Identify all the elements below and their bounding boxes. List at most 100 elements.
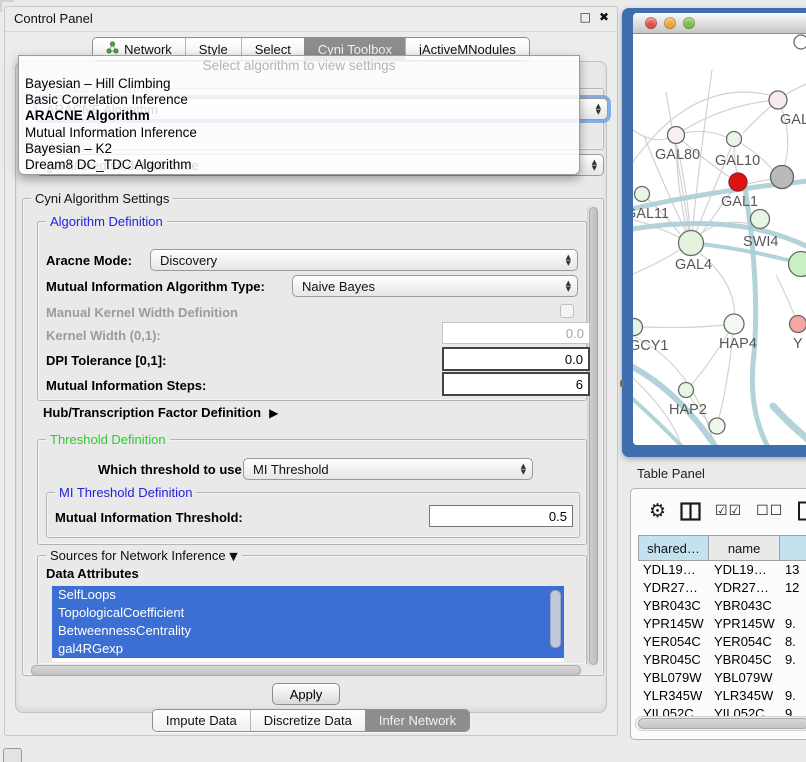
dpi-tolerance-field[interactable] <box>442 347 590 371</box>
hub-definition-expander[interactable]: Hub/Transcription Factor Definition▶ <box>43 405 278 420</box>
mi-algorithm-type-combo[interactable]: Naive Bayes ▲▼ <box>292 275 578 297</box>
settings-vertical-scrollbar[interactable] <box>587 205 599 667</box>
network-node-gal11[interactable] <box>635 187 650 202</box>
mi-steps-field[interactable] <box>442 372 590 396</box>
network-node-gal10[interactable] <box>727 132 742 147</box>
chevron-updown-icon: ▲▼ <box>566 254 571 266</box>
which-threshold-combo[interactable]: MI Threshold ▲▼ <box>243 458 533 480</box>
bottom-tab-infer-network[interactable]: Infer Network <box>365 710 469 731</box>
aracne-mode-value: Discovery <box>160 253 566 268</box>
network-window-titlebar[interactable] <box>633 13 806 34</box>
mi-threshold-definition-group: MI Threshold Definition Mutual Informati… <box>46 492 580 538</box>
network-view-window: GALGAL80GAL10GAL1GAL11SWI4GAL4GCY1HAP4YH… <box>622 8 806 457</box>
cell-value <box>780 597 806 615</box>
network-node[interactable] <box>709 418 725 434</box>
traffic-light-buttons <box>645 17 695 29</box>
window-close-button[interactable] <box>645 17 657 29</box>
node-label: GCY1 <box>633 338 669 354</box>
attribute-item-topologicalcoefficient[interactable]: TopologicalCoefficient <box>52 604 564 622</box>
node-label: SWI4 <box>743 234 778 250</box>
mi-threshold-field[interactable] <box>429 505 573 527</box>
window-minimize-button[interactable] <box>664 17 676 29</box>
table-row[interactable]: YDR27…YDR27…12 <box>638 579 806 597</box>
close-icon[interactable]: ✖ <box>599 10 609 24</box>
network-canvas[interactable]: GALGAL80GAL10GAL1GAL11SWI4GAL4GCY1HAP4YH… <box>633 34 806 445</box>
network-node[interactable] <box>789 252 806 277</box>
table-row[interactable]: YBL079WYBL079W <box>638 669 806 687</box>
network-node-gal4[interactable] <box>679 231 704 256</box>
apply-button[interactable]: Apply <box>272 683 340 705</box>
table-row[interactable]: YLR345WYLR345W9. <box>638 687 806 705</box>
network-edge <box>778 100 788 167</box>
attributes-list-scrollbar[interactable] <box>550 590 561 648</box>
settings-horizontal-scrollbar[interactable] <box>31 665 581 676</box>
attribute-item-selfloops[interactable]: SelfLoops <box>52 586 564 604</box>
algorithm-option-bayesian-k2[interactable]: Bayesian – K2 <box>19 141 579 157</box>
column-header-1[interactable]: shared… <box>638 535 709 561</box>
cell-shared-name: YBR043C <box>638 597 709 615</box>
attribute-item-betweennesscentrality[interactable]: BetweennessCentrality <box>52 622 564 640</box>
network-node-gal80[interactable] <box>668 127 685 144</box>
bottom-tab-bar: Impute DataDiscretize DataInfer Network <box>5 709 617 732</box>
chevron-updown-icon: ▲▼ <box>596 103 601 115</box>
mi-threshold-label: Mutual Information Threshold: <box>55 510 243 525</box>
float-window-icon[interactable]: □ <box>580 10 591 24</box>
split-columns-icon[interactable] <box>680 502 701 521</box>
gear-icon[interactable]: ⚙ <box>649 502 666 521</box>
cell-value: 9. <box>780 687 806 705</box>
network-node-hap4[interactable] <box>724 314 744 334</box>
network-node-gal[interactable] <box>769 91 787 109</box>
table-row[interactable]: YPR145WYPR145W9. <box>638 615 806 633</box>
cell-value: 9. <box>780 651 806 669</box>
cell-shared-name: YDR27… <box>638 579 709 597</box>
algorithm-option-mutual-information-inference[interactable]: Mutual Information Inference <box>19 125 579 141</box>
table-row[interactable]: YBR043CYBR043C <box>638 597 806 615</box>
aracne-mode-combo[interactable]: Discovery ▲▼ <box>150 249 578 271</box>
network-node-gcy1[interactable] <box>633 319 643 336</box>
cell-shared-name: YER054C <box>638 633 709 651</box>
mi-algorithm-type-value: Naive Bayes <box>302 279 566 294</box>
table-row[interactable]: YDL19…YDL19…13 <box>638 561 806 579</box>
panel-splitter-handle[interactable] <box>620 380 624 387</box>
bottom-tab-impute-data[interactable]: Impute Data <box>153 710 250 731</box>
mi-steps-label: Mutual Information Steps: <box>46 378 206 393</box>
bottom-tab-discretize-data[interactable]: Discretize Data <box>250 710 365 731</box>
collapsed-panel-button[interactable] <box>3 748 22 762</box>
table-row[interactable]: YBR045CYBR045C9. <box>638 651 806 669</box>
sources-title: Sources for Network Inference ▼ <box>46 548 242 563</box>
expand-down-icon[interactable]: ▼ <box>229 550 237 563</box>
manual-kernel-width-checkbox[interactable] <box>560 304 574 318</box>
algorithm-definition-group: Algorithm Definition Aracne Mode: Discov… <box>37 221 587 401</box>
algorithm-option-bayesian-hill-climbing[interactable]: Bayesian – Hill Climbing <box>19 76 579 92</box>
network-node-hap2[interactable] <box>679 383 694 398</box>
data-attributes-list[interactable]: SelfLoopsTopologicalCoefficientBetweenne… <box>52 586 564 662</box>
chevron-updown-icon: ▲▼ <box>566 280 571 292</box>
select-all-icon[interactable]: ☑☑ <box>715 503 742 519</box>
window-zoom-button[interactable] <box>683 17 695 29</box>
kernel-width-field[interactable] <box>442 322 590 344</box>
algorithm-option-basic-correlation-inference[interactable]: Basic Correlation Inference <box>19 92 579 108</box>
cell-name: YDL19… <box>709 561 780 579</box>
column-header-2[interactable]: name <box>709 535 780 561</box>
table-body: YDL19…YDL19…13YDR27…YDR27…12YBR043CYBR04… <box>638 561 806 739</box>
network-node-swi4[interactable] <box>751 210 770 229</box>
column-header-3[interactable] <box>780 535 806 561</box>
algorithm-option-aracne-algorithm[interactable]: ARACNE Algorithm <box>19 108 579 124</box>
network-node[interactable] <box>771 166 794 189</box>
cell-value <box>780 669 806 687</box>
table-scrollbar-thumb[interactable] <box>638 718 806 729</box>
node-label: GAL11 <box>633 206 669 222</box>
settings-scrollbar-thumb[interactable] <box>589 207 598 665</box>
network-node-y[interactable] <box>790 316 806 333</box>
table-horizontal-scrollbar[interactable] <box>635 716 806 731</box>
table-row[interactable]: YER054CYER054C8. <box>638 633 806 651</box>
which-threshold-label: Which threshold to use: <box>98 462 246 477</box>
network-node[interactable] <box>794 35 806 49</box>
deselect-all-icon[interactable]: ☐☐ <box>756 503 783 519</box>
attribute-item-gal4rgexp[interactable]: gal4RGexp <box>52 640 564 658</box>
algorithm-option-dream8-dc-tdc-algorithm[interactable]: Dream8 DC_TDC Algorithm <box>19 157 579 173</box>
algorithm-popup-list: Bayesian – Hill ClimbingBasic Correlatio… <box>19 76 579 173</box>
network-edge <box>633 250 679 274</box>
network-node-gal1[interactable] <box>729 173 747 191</box>
document-icon[interactable] <box>797 501 806 521</box>
